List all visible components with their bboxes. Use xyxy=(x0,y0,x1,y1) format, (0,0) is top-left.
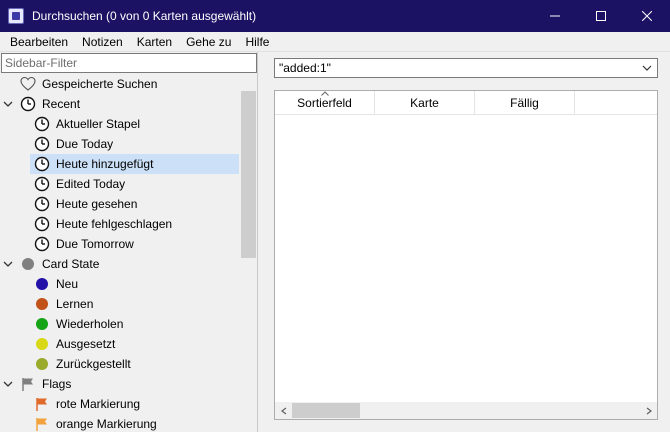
card-table[interactable]: Sortierfeld Karte Fällig xyxy=(274,90,658,420)
sidebar-item[interactable]: Heute hinzugefügt xyxy=(30,154,239,174)
search-value: "added:1" xyxy=(279,61,331,75)
sidebar-item[interactable]: Heute fehlgeschlagen xyxy=(34,214,240,234)
minimize-icon xyxy=(550,15,560,17)
column-label-sortierfeld: Sortierfeld xyxy=(297,96,352,110)
dot-icon xyxy=(34,336,50,352)
window-title: Durchsuchen (0 von 0 Karten ausgewählt) xyxy=(32,9,257,23)
table-scrollbar-thumb[interactable] xyxy=(292,403,360,418)
sidebar-item[interactable]: Zurückgestellt xyxy=(34,354,240,374)
flag-icon xyxy=(34,416,50,432)
sidebar-item-label: Lernen xyxy=(56,297,94,311)
sidebar-item-label: Neu xyxy=(56,277,79,291)
minimize-button[interactable] xyxy=(532,0,578,32)
sidebar-item-label: Due Today xyxy=(56,137,114,151)
dot-icon xyxy=(34,276,50,292)
menu-bearbeiten[interactable]: Bearbeiten xyxy=(3,32,75,52)
flag-icon xyxy=(20,376,36,392)
sidebar-item-label: Edited Today xyxy=(56,177,126,191)
title-bar: Durchsuchen (0 von 0 Karten ausgewählt) xyxy=(0,0,670,32)
sidebar-item[interactable]: Edited Today xyxy=(34,174,240,194)
chevron-down-icon[interactable] xyxy=(641,61,653,75)
sidebar-item[interactable]: Lernen xyxy=(34,294,240,314)
clock-icon xyxy=(34,136,50,152)
chevron-down-icon[interactable] xyxy=(2,254,14,274)
sidebar-item[interactable]: Recent xyxy=(20,94,240,114)
sidebar-item[interactable]: rote Markierung xyxy=(34,394,240,414)
sidebar-item[interactable]: Heute gesehen xyxy=(34,194,240,214)
column-header-faellig[interactable]: Fällig xyxy=(475,91,575,115)
sidebar-item[interactable]: Flags xyxy=(20,374,240,394)
sidebar-item-label: Ausgesetzt xyxy=(56,337,116,351)
sidebar-item-label: Card State xyxy=(42,257,100,271)
dot-icon xyxy=(34,316,50,332)
flag-icon xyxy=(34,396,50,412)
search-combobox[interactable]: "added:1" xyxy=(274,58,658,78)
maximize-icon xyxy=(596,11,606,21)
sidebar-filter-input[interactable] xyxy=(1,53,257,73)
app-icon xyxy=(8,8,24,24)
sidebar-scrollbar-thumb[interactable] xyxy=(241,91,256,258)
scroll-left-arrow-icon[interactable] xyxy=(275,402,292,419)
sidebar-item[interactable]: Neu xyxy=(34,274,240,294)
sidebar-item[interactable]: Due Tomorrow xyxy=(34,234,240,254)
sidebar-item-label: orange Markierung xyxy=(56,417,157,431)
column-label-faellig: Fällig xyxy=(510,96,539,110)
clock-icon xyxy=(20,96,36,112)
menu-hilfe[interactable]: Hilfe xyxy=(238,32,276,52)
table-header: Sortierfeld Karte Fällig xyxy=(275,91,657,115)
sidebar-item-label: Heute gesehen xyxy=(56,197,138,211)
table-horizontal-scrollbar[interactable] xyxy=(275,402,657,419)
sort-ascending-icon xyxy=(320,91,329,96)
sidebar-item-label: rote Markierung xyxy=(56,397,141,411)
sidebar-item[interactable]: Wiederholen xyxy=(34,314,240,334)
sidebar-item[interactable]: Card State xyxy=(20,254,240,274)
scroll-right-arrow-icon[interactable] xyxy=(640,402,657,419)
sidebar-item[interactable]: Ausgesetzt xyxy=(34,334,240,354)
sidebar-item-label: Zurückgestellt xyxy=(56,357,131,371)
sidebar-item[interactable]: Due Today xyxy=(34,134,240,154)
sidebar-item-label: Heute fehlgeschlagen xyxy=(56,217,173,231)
clock-icon xyxy=(34,196,50,212)
menu-notizen[interactable]: Notizen xyxy=(75,32,130,52)
sidebar-item-label: Flags xyxy=(42,377,72,391)
sidebar-item-label: Due Tomorrow xyxy=(56,237,134,251)
menu-gehe-zu[interactable]: Gehe zu xyxy=(179,32,238,52)
chevron-down-icon[interactable] xyxy=(2,94,14,114)
clock-icon xyxy=(34,176,50,192)
dot-icon xyxy=(34,296,50,312)
clock-icon xyxy=(34,116,50,132)
column-header-sortierfeld[interactable]: Sortierfeld xyxy=(275,91,375,115)
menu-bar: Bearbeiten Notizen Karten Gehe zu Hilfe xyxy=(0,32,670,52)
sidebar-item-label: Recent xyxy=(42,97,81,111)
sidebar-item-label: Gespeicherte Suchen xyxy=(42,77,158,91)
heart-icon xyxy=(20,76,36,92)
column-label-karte: Karte xyxy=(410,96,439,110)
sidebar: Gespeicherte Suchen Recent Aktueller Stape… xyxy=(0,52,258,432)
state-dot-icon xyxy=(20,256,36,272)
sidebar-item[interactable]: Gespeicherte Suchen xyxy=(20,74,240,94)
sidebar-scrollbar[interactable] xyxy=(240,74,257,432)
column-header-karte[interactable]: Karte xyxy=(375,91,475,115)
sidebar-item[interactable]: orange Markierung xyxy=(34,414,240,432)
menu-karten[interactable]: Karten xyxy=(130,32,179,52)
clock-icon xyxy=(34,216,50,232)
sidebar-item-label: Aktueller Stapel xyxy=(56,117,141,131)
clock-icon xyxy=(34,156,50,172)
sidebar-item-label: Heute hinzugefügt xyxy=(56,157,154,171)
dot-icon xyxy=(34,356,50,372)
sidebar-tree: Gespeicherte Suchen Recent Aktueller Stape… xyxy=(0,74,240,432)
clock-icon xyxy=(34,236,50,252)
chevron-down-icon[interactable] xyxy=(2,374,14,394)
sidebar-item-label: Wiederholen xyxy=(56,317,124,331)
close-icon xyxy=(642,11,652,21)
maximize-button[interactable] xyxy=(578,0,624,32)
close-button[interactable] xyxy=(624,0,670,32)
sidebar-item[interactable]: Aktueller Stapel xyxy=(34,114,240,134)
